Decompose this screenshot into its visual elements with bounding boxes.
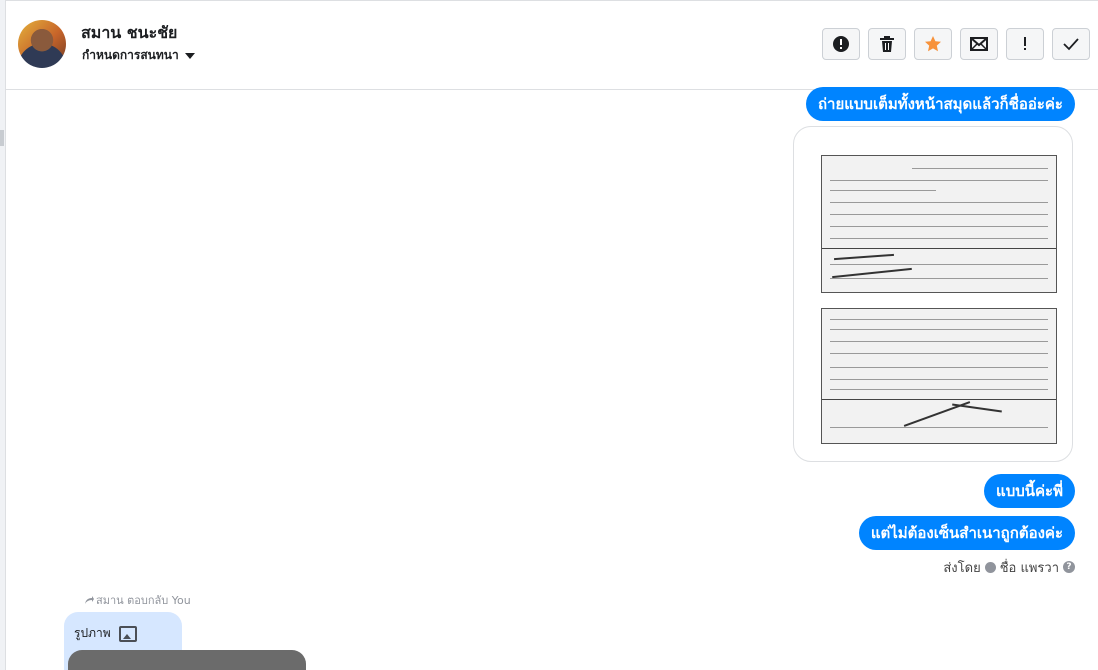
star-icon [925, 36, 941, 52]
avatar[interactable] [18, 20, 66, 68]
outgoing-message[interactable]: แต่ไม่ต้องเซ็นสำเนาถูกต้องค่ะ [858, 516, 1075, 550]
priority-button[interactable] [1006, 28, 1044, 60]
sent-by-name: ชื่อ แพรวา [999, 560, 1059, 576]
reply-arrow-icon [85, 596, 94, 604]
sent-by-prefix: ส่งโดย [943, 560, 981, 576]
incoming-image-thumbnail[interactable] [68, 650, 306, 670]
document-photo-top [821, 155, 1057, 293]
check-icon [1063, 38, 1079, 51]
assign-conversation-label: กำหนดการสนทนา [82, 48, 179, 62]
mark-unread-button[interactable] [960, 28, 998, 60]
outgoing-message[interactable]: ถ่ายแบบเต็มทั้งหน้าสมุดแล้วก็ชื่ออ่ะค่ะ [805, 87, 1075, 121]
image-icon [118, 625, 137, 642]
reply-label-text: สมาน ตอบกลับ You [96, 594, 191, 607]
trash-icon [880, 36, 894, 52]
sent-by-info: ส่งโดย ชื่อ แพรวา ? [943, 558, 1075, 576]
alert-circle-icon [833, 36, 849, 52]
follow-up-button[interactable] [914, 28, 952, 60]
reply-label: สมาน ตอบกลับ You [84, 591, 191, 609]
left-panel-edge [0, 0, 6, 670]
delete-button[interactable] [868, 28, 906, 60]
envelope-icon [970, 37, 988, 51]
contact-name[interactable]: สมาน ชนะชัย [81, 21, 177, 46]
exclamation-icon [1024, 37, 1026, 50]
caret-down-icon [184, 52, 195, 59]
assign-conversation-dropdown[interactable]: กำหนดการสนทนา [82, 46, 195, 65]
spam-button[interactable] [822, 28, 860, 60]
document-photo-bottom [821, 308, 1057, 444]
conversation-toolbar [822, 28, 1090, 60]
help-icon[interactable]: ? [1063, 561, 1075, 573]
done-button[interactable] [1052, 28, 1090, 60]
outgoing-image-message[interactable] [793, 126, 1073, 462]
conversation-header: สมาน ชนะชัย กำหนดการสนทนา [6, 1, 1098, 90]
incoming-message-text: รูปภาพ [74, 626, 111, 640]
scrollbar-thumb[interactable] [0, 130, 4, 146]
outgoing-message[interactable]: แบบนี้ค่ะพี่ [984, 474, 1075, 508]
agent-icon [984, 561, 996, 573]
